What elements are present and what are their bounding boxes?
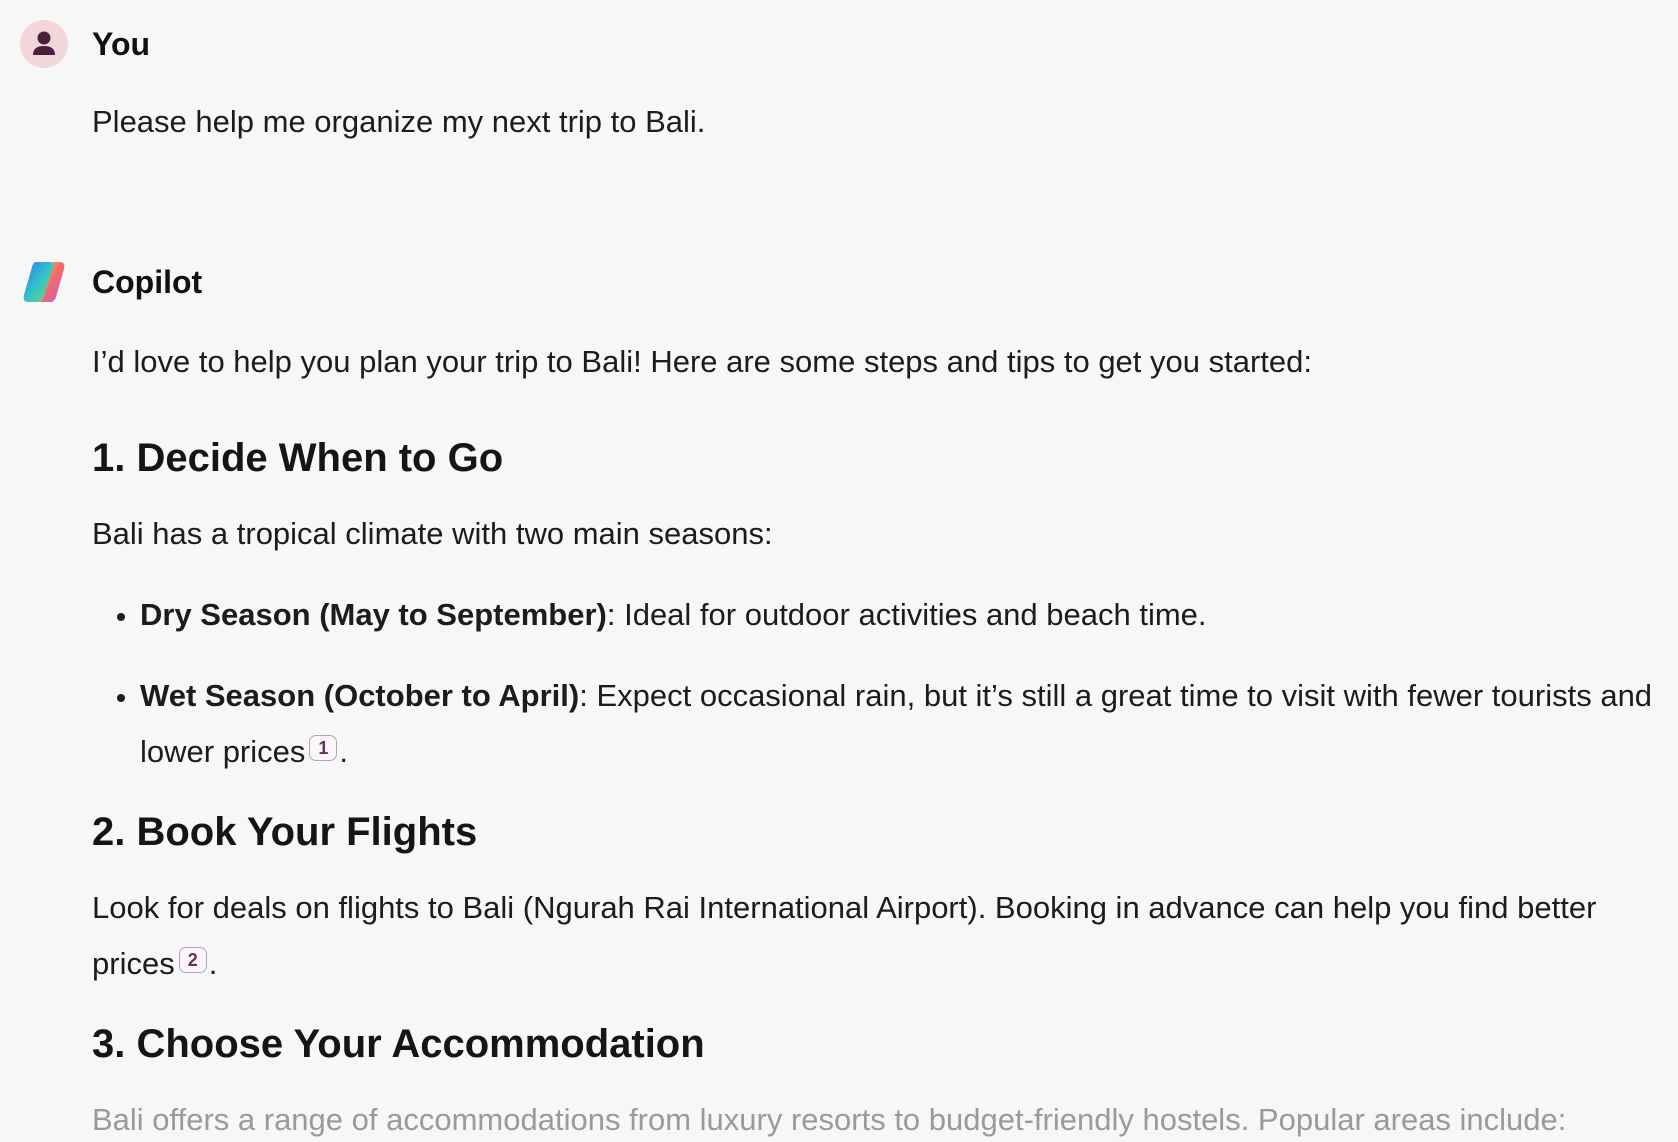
assistant-intro-text: I’d love to help you plan your trip to B… xyxy=(92,344,1313,379)
citation-badge[interactable]: 1 xyxy=(309,735,338,761)
bullet-text: : Ideal for outdoor activities and beach… xyxy=(606,597,1207,632)
user-avatar xyxy=(20,20,68,68)
person-icon xyxy=(33,31,55,55)
section1-text: Bali has a tropical climate with two mai… xyxy=(92,516,773,551)
list-item: Dry Season (May to September): Ideal for… xyxy=(140,587,1658,643)
user-author-name: You xyxy=(92,25,151,62)
copilot-logo-icon xyxy=(20,258,68,306)
section3-text: Bali offers a range of accommodations fr… xyxy=(92,1102,1567,1137)
bullet-bold-label: Dry Season (May to September) xyxy=(140,597,607,632)
section2-end: . xyxy=(208,946,218,981)
chat-page: You Please help me organize my next trip… xyxy=(0,0,1678,1142)
section-heading-accommodation: 3. Choose Your Accommodation xyxy=(92,1022,705,1066)
list-item: Wet Season (October to April): Expect oc… xyxy=(140,668,1658,780)
bullet-end: . xyxy=(339,734,349,769)
assistant-author-name: Copilot xyxy=(92,263,203,300)
bullet-bold-label: Wet Season (October to April) xyxy=(140,678,580,713)
seasons-list: Dry Season (May to September): Ideal for… xyxy=(92,587,1658,805)
assistant-message-header: Copilot xyxy=(20,258,202,306)
section2-text: Look for deals on flights to Bali (Ngura… xyxy=(92,880,1658,992)
section2-body: Look for deals on flights to Bali (Ngura… xyxy=(92,890,1597,981)
citation-badge[interactable]: 2 xyxy=(178,947,207,973)
user-message-header: You xyxy=(20,20,150,68)
section-heading-book-flights: 2. Book Your Flights xyxy=(92,810,478,854)
user-message-text: Please help me organize my next trip to … xyxy=(92,104,706,139)
section-heading-when-to-go: 1. Decide When to Go xyxy=(92,436,504,480)
